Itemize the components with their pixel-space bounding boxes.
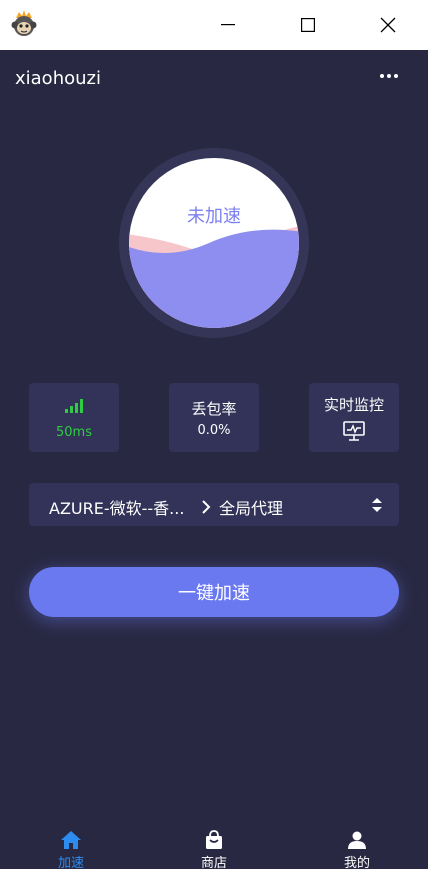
latency-value: 50ms bbox=[56, 425, 92, 440]
nav-item-store[interactable]: 商店 bbox=[184, 830, 244, 869]
close-button[interactable] bbox=[365, 0, 411, 50]
wave-graphic bbox=[119, 148, 309, 338]
nav-item-mine[interactable]: 我的 bbox=[327, 830, 387, 869]
sort-arrows-icon[interactable] bbox=[371, 497, 383, 513]
app-main: xiaohouzi 未加速 50ms 丢包率 0.0% 实时监控 AZURE-微… bbox=[0, 50, 431, 869]
monitor-title: 实时监控 bbox=[323, 396, 384, 414]
monitor-card[interactable]: 实时监控 bbox=[309, 383, 399, 452]
latency-card: 50ms bbox=[29, 383, 119, 452]
packet-loss-title: 丢包率 bbox=[191, 400, 237, 418]
window-titlebar bbox=[0, 0, 431, 50]
signal-icon bbox=[65, 399, 83, 413]
server-name: AZURE-微软--香... bbox=[49, 499, 185, 518]
username: xiaohouzi bbox=[15, 68, 101, 89]
route-mode[interactable]: 全局代理 bbox=[201, 495, 283, 519]
minimize-button[interactable] bbox=[205, 0, 251, 50]
nav-label-mine: 我的 bbox=[343, 856, 370, 869]
maximize-button[interactable] bbox=[285, 0, 331, 50]
more-dots-icon[interactable] bbox=[380, 74, 398, 78]
maximize-icon bbox=[301, 18, 315, 32]
nav-label-accelerate: 加速 bbox=[57, 856, 84, 869]
nav-item-accelerate[interactable]: 加速 bbox=[41, 830, 101, 869]
nav-label-store: 商店 bbox=[200, 856, 227, 869]
chevron-right-icon bbox=[202, 500, 211, 514]
accelerator-circle[interactable]: 未加速 bbox=[119, 148, 309, 338]
packet-loss-value: 0.0% bbox=[197, 423, 231, 438]
server-selector[interactable]: AZURE-微软--香... 全局代理 bbox=[29, 483, 399, 526]
user-icon bbox=[348, 831, 366, 849]
home-icon bbox=[61, 831, 81, 849]
monkey-logo-icon bbox=[11, 10, 37, 36]
accel-status-label: 未加速 bbox=[187, 206, 241, 227]
packet-loss-card: 丢包率 0.0% bbox=[169, 383, 259, 452]
monitor-icon bbox=[343, 421, 365, 441]
shopping-bag-icon bbox=[206, 830, 222, 849]
one-click-accelerate-button[interactable]: 一键加速 bbox=[29, 567, 399, 617]
close-icon bbox=[380, 17, 396, 33]
minimize-icon bbox=[221, 24, 235, 26]
route-mode-label: 全局代理 bbox=[219, 499, 284, 518]
